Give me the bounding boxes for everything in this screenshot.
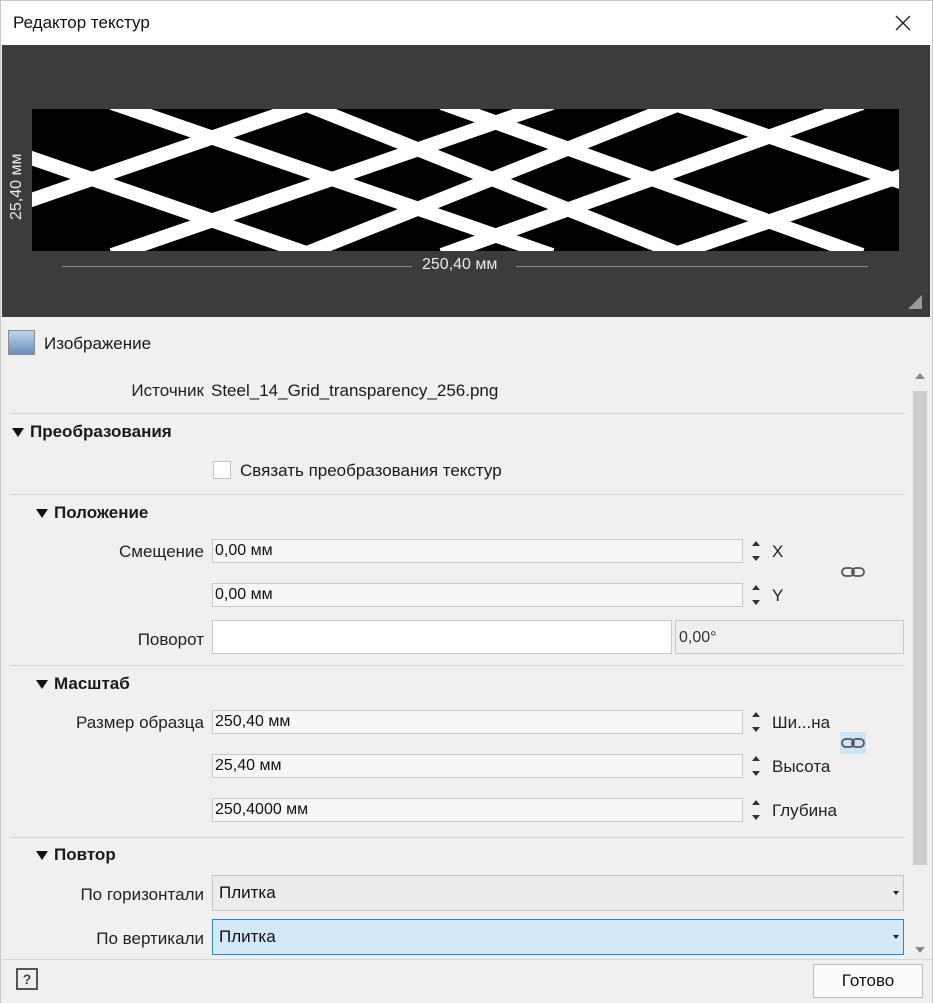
- sample-depth-input[interactable]: 250,4000 мм: [212, 798, 743, 822]
- offset-x-spinner[interactable]: [745, 539, 767, 563]
- position-header-label: Положение: [54, 503, 149, 522]
- transforms-group-header[interactable]: Преобразования: [12, 422, 172, 442]
- repeat-header-label: Повтор: [54, 845, 116, 864]
- scale-group-header[interactable]: Масштаб: [36, 674, 130, 694]
- help-button[interactable]: ?: [16, 968, 38, 990]
- link-offset-icon[interactable]: [840, 561, 866, 583]
- divider: [10, 413, 905, 414]
- spin-up-icon[interactable]: [752, 800, 760, 805]
- sample-depth-spinner[interactable]: [745, 798, 767, 822]
- collapse-triangle-icon: [36, 850, 48, 860]
- divider: [10, 665, 905, 666]
- rotation-slider[interactable]: [212, 620, 672, 654]
- link-scale-icon[interactable]: [840, 732, 866, 754]
- vertical-repeat-label: По вертикали: [96, 929, 204, 948]
- scale-header-label: Масштаб: [54, 674, 130, 693]
- title-bar: Редактор текстур: [1, 1, 932, 45]
- spin-down-icon[interactable]: [752, 771, 760, 776]
- close-icon: [895, 15, 911, 31]
- spin-down-icon[interactable]: [752, 556, 760, 561]
- image-section-label: Изображение: [44, 334, 152, 353]
- close-button[interactable]: [874, 1, 932, 45]
- divider: [10, 837, 905, 838]
- chevron-down-icon: [893, 935, 899, 939]
- width-axis-label: Ши...на: [772, 713, 831, 732]
- collapse-triangle-icon: [36, 679, 48, 689]
- horizontal-repeat-label: По горизонтали: [80, 885, 204, 904]
- transforms-header-label: Преобразования: [30, 422, 172, 441]
- scroll-up-icon[interactable]: [915, 373, 925, 379]
- source-filename[interactable]: Steel_14_Grid_transparency_256.png: [211, 381, 498, 401]
- sample-size-label: Размер образца: [75, 713, 204, 732]
- spin-up-icon[interactable]: [752, 712, 760, 717]
- offset-x-axis-label: X: [772, 542, 784, 561]
- image-icon: [8, 330, 35, 355]
- offset-x-input[interactable]: 0,00 мм: [212, 539, 743, 563]
- source-label: Источник: [131, 381, 204, 400]
- window-title: Редактор текстур: [13, 13, 150, 32]
- vertical-repeat-value: Плитка: [219, 927, 276, 946]
- link-transforms-checkbox[interactable]: [213, 461, 231, 479]
- dialog-footer: ? Готово: [2, 959, 932, 1003]
- spin-up-icon[interactable]: [752, 541, 760, 546]
- offset-y-axis-label: Y: [772, 586, 784, 605]
- repeat-group-header[interactable]: Повтор: [36, 845, 116, 865]
- resize-grip[interactable]: [908, 295, 922, 309]
- width-dimension-line-left: [62, 266, 412, 267]
- divider: [10, 494, 905, 495]
- offset-label: Смещение: [118, 542, 204, 561]
- link-transforms-label: Связать преобразования текстур: [240, 461, 502, 480]
- width-dimension-line-right: [516, 266, 868, 267]
- spin-up-icon[interactable]: [752, 756, 760, 761]
- chevron-down-icon: [893, 891, 899, 895]
- offset-y-spinner[interactable]: [745, 583, 767, 607]
- sample-width-spinner[interactable]: [745, 710, 767, 734]
- position-group-header[interactable]: Положение: [36, 503, 148, 523]
- sample-height-input[interactable]: 25,40 мм: [212, 754, 743, 778]
- texture-image: [32, 109, 899, 251]
- spin-down-icon[interactable]: [752, 815, 760, 820]
- height-axis-label: Высота: [772, 757, 831, 776]
- spin-down-icon[interactable]: [752, 600, 760, 605]
- done-button[interactable]: Готово: [813, 964, 923, 998]
- height-dimension-label: 25,40 мм: [8, 153, 25, 220]
- help-icon: ?: [22, 971, 32, 987]
- horizontal-repeat-value: Плитка: [219, 883, 276, 902]
- vertical-repeat-select[interactable]: Плитка: [212, 919, 904, 955]
- rotation-label: Поворот: [137, 630, 204, 649]
- depth-axis-label: Глубина: [772, 801, 837, 820]
- width-dimension-label: 250,40 мм: [422, 256, 498, 273]
- texture-editor-window: Редактор текстур 25,40 мм 250,40 мм Изоб…: [0, 0, 933, 1003]
- sample-height-spinner[interactable]: [745, 754, 767, 778]
- spin-down-icon[interactable]: [752, 727, 760, 732]
- image-section-header[interactable]: Изображение: [2, 319, 930, 367]
- spin-up-icon[interactable]: [752, 585, 760, 590]
- scroll-down-icon[interactable]: [915, 947, 925, 953]
- texture-preview: 25,40 мм 250,40 мм: [2, 45, 930, 317]
- rotation-value-input[interactable]: 0,00°: [675, 620, 904, 654]
- offset-y-input[interactable]: 0,00 мм: [212, 583, 743, 607]
- scroll-thumb[interactable]: [913, 391, 927, 865]
- sample-width-input[interactable]: 250,40 мм: [212, 710, 743, 734]
- horizontal-repeat-select[interactable]: Плитка: [212, 875, 904, 911]
- panel-scrollbar[interactable]: [911, 367, 929, 959]
- collapse-triangle-icon: [12, 427, 24, 437]
- properties-panel: Источник Steel_14_Grid_transparency_256.…: [2, 367, 910, 959]
- collapse-triangle-icon: [36, 508, 48, 518]
